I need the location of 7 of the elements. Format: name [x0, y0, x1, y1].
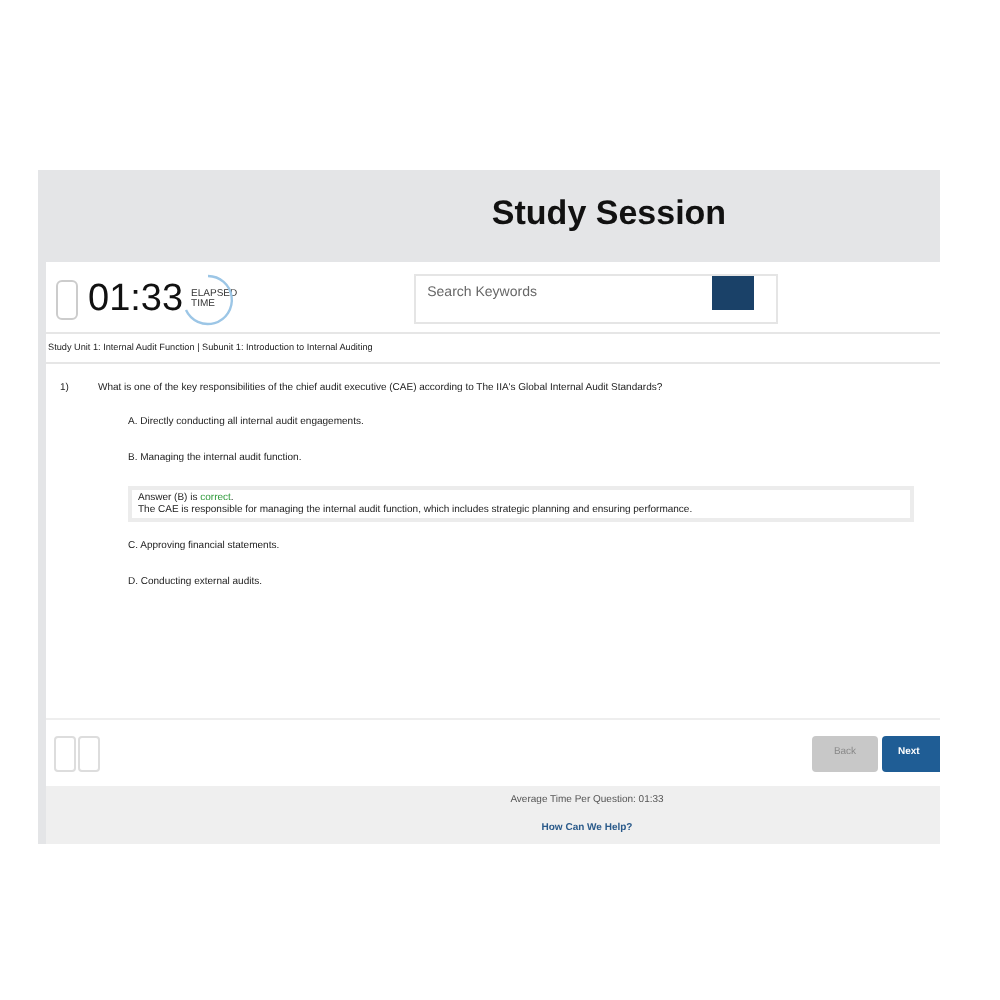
blank-button[interactable]: [54, 735, 76, 771]
search-button[interactable]: [711, 276, 754, 310]
page-title: Study Session: [489, 192, 727, 236]
progress-ring-icon: [180, 272, 236, 328]
blank-button[interactable]: [78, 735, 100, 771]
timer-value: 01:33: [88, 280, 184, 318]
blank-button[interactable]: [56, 279, 78, 319]
